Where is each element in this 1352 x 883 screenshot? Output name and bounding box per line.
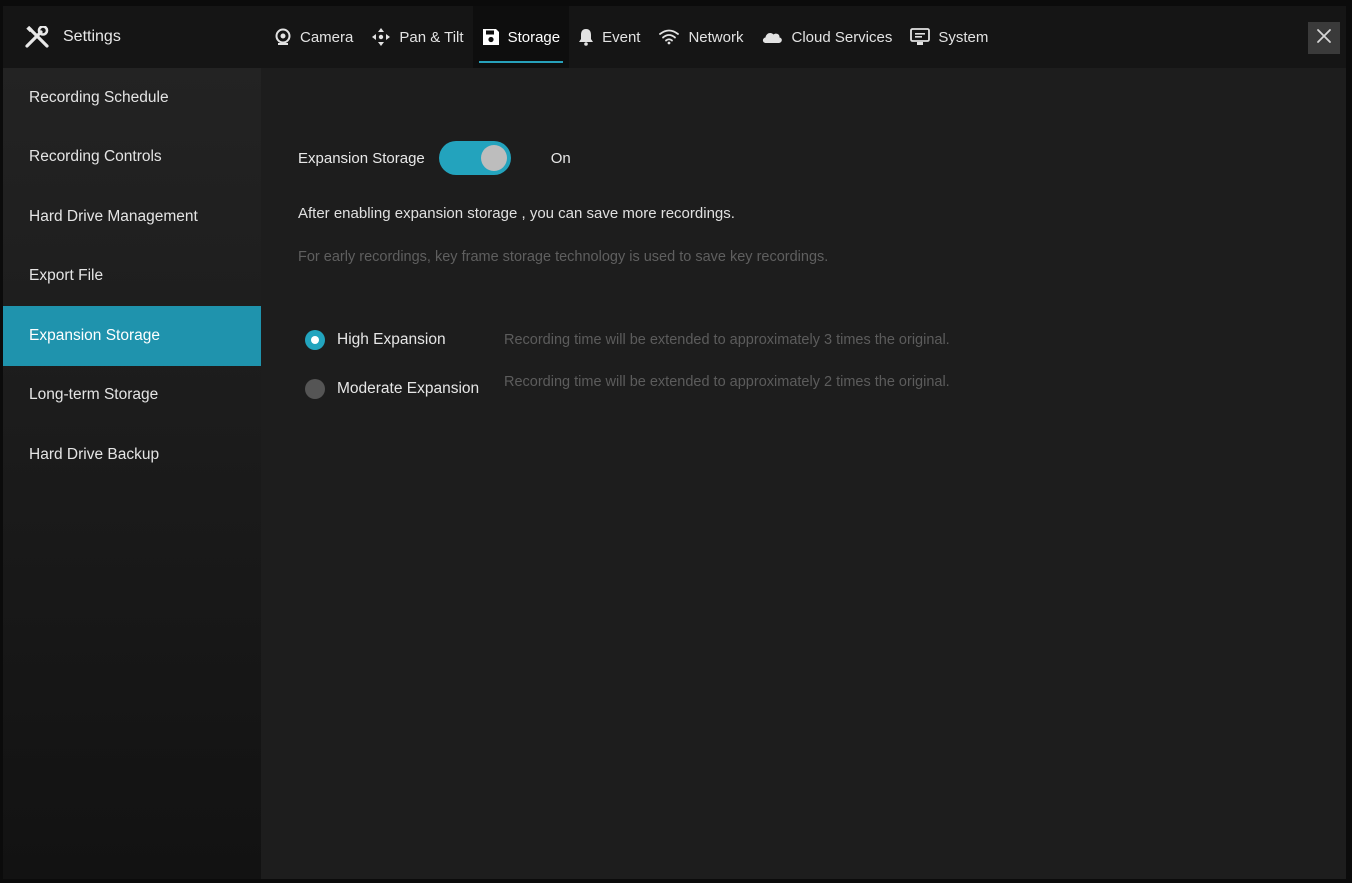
sidebar-item-label: Recording Schedule — [29, 88, 169, 106]
option-moderate-expansion: Moderate Expansion Recording time will b… — [305, 374, 950, 399]
tab-cloud-services[interactable]: Cloud Services — [752, 6, 901, 68]
settings-title: Settings — [63, 28, 121, 45]
tab-label: Storage — [507, 28, 561, 46]
sidebar-item-recording-controls[interactable]: Recording Controls — [3, 128, 261, 188]
tab-system[interactable]: System — [901, 6, 997, 68]
monitor-icon — [910, 28, 931, 46]
toggle-knob — [480, 145, 507, 171]
toggle-state-text: On — [550, 149, 571, 167]
option-description: Recording time will be extended to appro… — [504, 332, 950, 348]
tab-storage[interactable]: Storage — [472, 6, 570, 68]
sidebar-item-long-term-storage[interactable]: Long-term Storage — [3, 366, 261, 426]
pan-tilt-icon — [371, 27, 391, 47]
tab-pan-tilt[interactable]: Pan & Tilt — [362, 6, 472, 68]
tab-label: Cloud Services — [791, 28, 893, 46]
sidebar-item-label: Export File — [29, 267, 104, 285]
tab-label: Event — [602, 28, 641, 46]
sidebar-item-label: Recording Controls — [29, 148, 162, 166]
settings-brand: Settings — [25, 6, 121, 68]
sidebar-item-hard-drive-management[interactable]: Hard Drive Management — [3, 187, 261, 247]
expansion-storage-toggle[interactable] — [438, 141, 511, 175]
wifi-icon — [658, 29, 680, 45]
expansion-storage-toggle-row: Expansion Storage On — [298, 140, 571, 176]
sidebar-item-export-file[interactable]: Export File — [3, 247, 261, 307]
toggle-label: Expansion Storage — [298, 149, 425, 167]
tab-camera[interactable]: Camera — [265, 6, 362, 68]
sidebar-item-label: Long-term Storage — [29, 386, 159, 404]
tab-event[interactable]: Event — [569, 6, 649, 68]
tab-label: System — [938, 28, 989, 46]
settings-window: Settings Camera Pan & Tilt Storage Event… — [3, 6, 1346, 879]
sidebar: Recording Schedule Recording Controls Ha… — [3, 68, 261, 879]
main-panel: Expansion Storage On After enabling expa… — [261, 68, 1346, 879]
sidebar-item-hard-drive-backup[interactable]: Hard Drive Backup — [3, 425, 261, 485]
top-navigation-bar: Settings Camera Pan & Tilt Storage Event… — [3, 6, 1346, 69]
sidebar-item-expansion-storage[interactable]: Expansion Storage — [3, 306, 261, 366]
description-text: After enabling expansion storage , you c… — [298, 205, 735, 222]
main-tabs: Camera Pan & Tilt Storage Event Network … — [265, 6, 997, 68]
moderate-expansion-radio[interactable] — [305, 379, 325, 399]
option-high-expansion: High Expansion Recording time will be ex… — [305, 330, 950, 350]
tab-label: Network — [688, 28, 744, 46]
sidebar-item-recording-schedule[interactable]: Recording Schedule — [3, 68, 261, 128]
floppy-icon — [482, 28, 500, 46]
tools-icon — [25, 26, 51, 48]
option-label[interactable]: Moderate Expansion — [337, 380, 504, 398]
option-description: Recording time will be extended to appro… — [504, 374, 950, 390]
close-icon — [1316, 28, 1332, 49]
bell-icon — [578, 28, 594, 46]
sidebar-item-label: Hard Drive Management — [29, 207, 198, 225]
camera-icon — [274, 28, 292, 46]
sidebar-item-label: Hard Drive Backup — [29, 445, 160, 463]
note-text: For early recordings, key frame storage … — [298, 249, 829, 265]
tab-network[interactable]: Network — [649, 6, 752, 68]
cloud-icon — [761, 30, 783, 44]
tab-label: Camera — [300, 28, 354, 46]
tab-label: Pan & Tilt — [399, 28, 464, 46]
close-button[interactable] — [1308, 22, 1340, 54]
sidebar-item-label: Expansion Storage — [29, 326, 160, 344]
high-expansion-radio[interactable] — [305, 330, 325, 350]
option-label[interactable]: High Expansion — [337, 331, 504, 349]
